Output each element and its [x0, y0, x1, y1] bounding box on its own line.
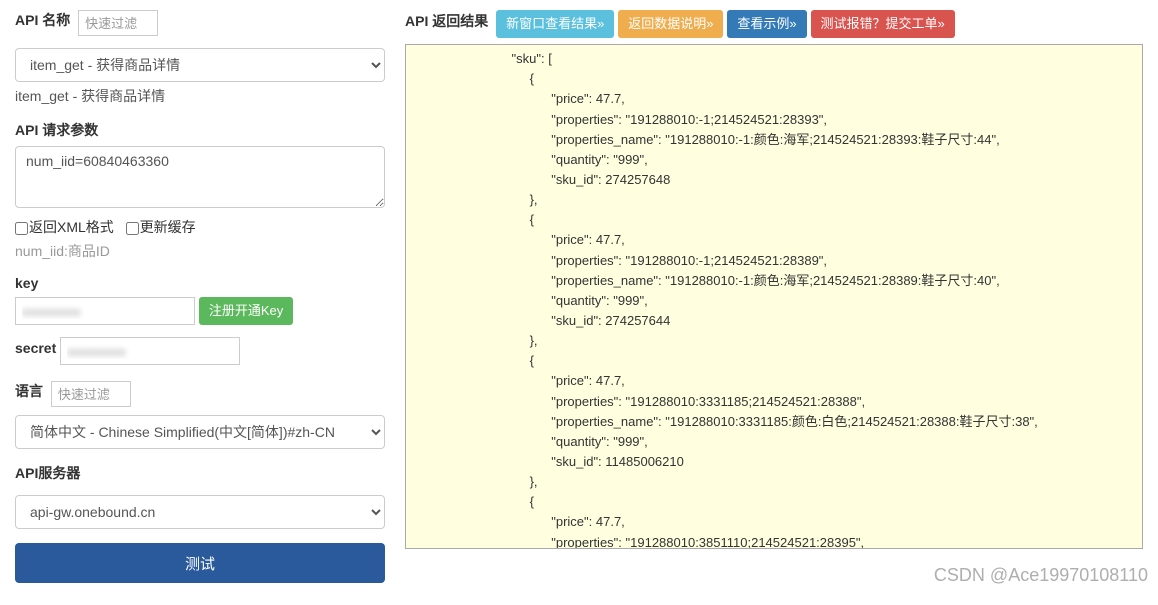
api-params-textarea[interactable]: num_iid=60840463360 — [15, 146, 385, 208]
key-label: key — [15, 275, 38, 291]
secret-input[interactable] — [60, 337, 240, 365]
checkbox-xml-label[interactable]: 返回XML格式 — [15, 219, 118, 235]
api-name-label: API 名称 — [15, 10, 70, 30]
checkbox-refresh-label[interactable]: 更新缓存 — [126, 219, 196, 235]
checkbox-refresh[interactable] — [126, 222, 139, 235]
register-key-button[interactable]: 注册开通Key — [199, 297, 293, 325]
result-label: API 返回结果 — [405, 11, 488, 31]
result-output[interactable]: "sku": [ { "price": 47.7, "properties": … — [405, 44, 1143, 549]
server-label: API服务器 — [15, 463, 80, 483]
api-name-help-text: item_get - 获得商品详情 — [15, 86, 385, 106]
lang-select[interactable]: 简体中文 - Chinese Simplified(中文[简体])#zh-CN — [15, 415, 385, 449]
lang-label: 语言 — [15, 381, 43, 401]
params-help-text: num_iid:商品ID — [15, 241, 385, 261]
new-window-button[interactable]: 新窗口查看结果» — [496, 10, 614, 38]
key-input[interactable] — [15, 297, 195, 325]
secret-label: secret — [15, 340, 56, 356]
checkbox-xml[interactable] — [15, 222, 28, 235]
api-params-label: API 请求参数 — [15, 120, 98, 140]
return-desc-button[interactable]: 返回数据说明» — [618, 10, 723, 38]
report-error-button[interactable]: 测试报错？提交工单» — [811, 10, 955, 38]
api-name-select[interactable]: item_get - 获得商品详情 — [15, 48, 385, 82]
test-button[interactable]: 测试 — [15, 543, 385, 583]
api-name-filter-input[interactable] — [78, 10, 158, 36]
lang-filter-input[interactable] — [51, 381, 131, 407]
server-select[interactable]: api-gw.onebound.cn — [15, 495, 385, 529]
view-example-button[interactable]: 查看示例» — [727, 10, 806, 38]
